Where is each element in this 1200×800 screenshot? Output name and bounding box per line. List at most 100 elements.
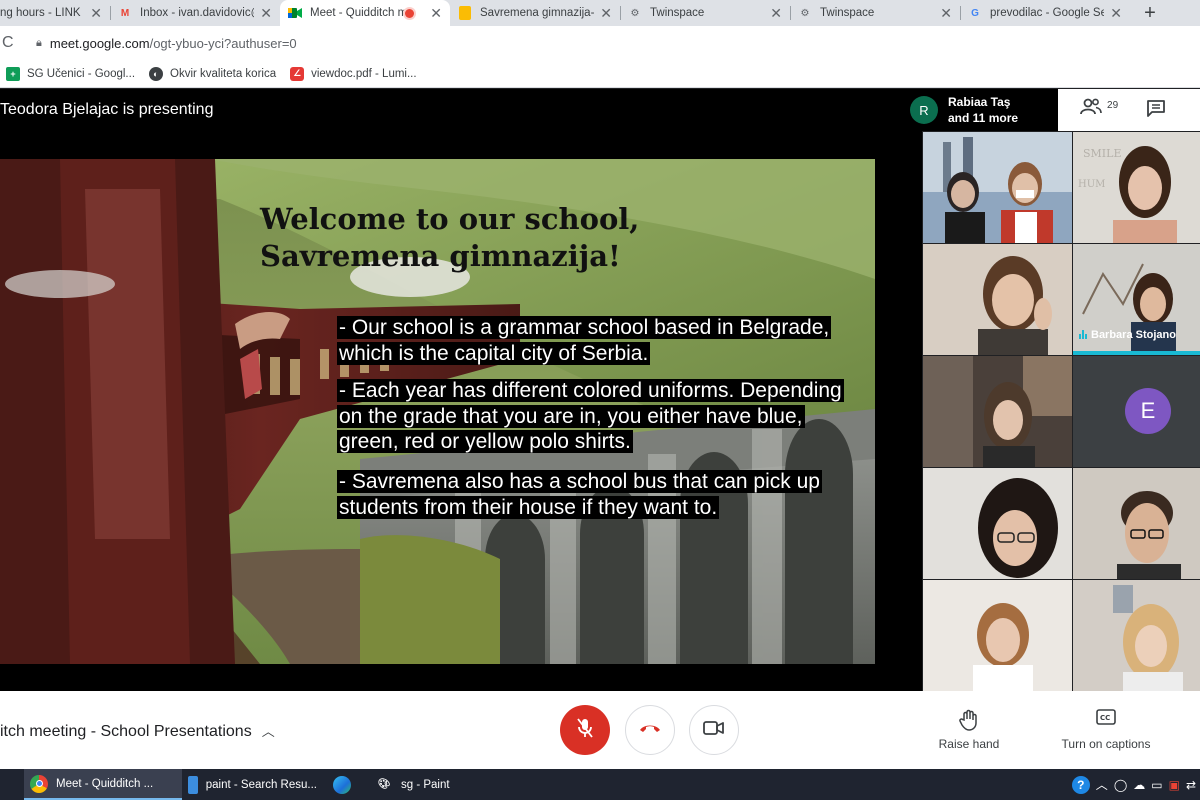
meet-control-bar: itch meeting - School Presentations ︿ Rai… — [0, 691, 1200, 769]
shared-slide: Welcome to our school, Savremena gimnazi… — [0, 159, 875, 664]
notification-icon[interactable]: ▣ — [1169, 778, 1180, 792]
close-icon[interactable]: ✕ — [770, 5, 782, 22]
presenting-banner: Teodora Bjelajac is presenting — [0, 89, 922, 131]
participant-tile[interactable] — [923, 468, 1072, 579]
lock-icon[interactable]: 🔒︎ — [36, 37, 42, 50]
reload-icon[interactable]: C — [0, 34, 28, 52]
participant-tile-speaking[interactable]: Barbara Stojano — [1073, 244, 1200, 355]
twinspace-icon: ⚙ — [800, 7, 810, 19]
chat-button[interactable] — [1146, 99, 1166, 122]
slide-bullet-2: - Each year has different colored unifor… — [337, 378, 857, 455]
url-field[interactable]: 🔒︎ meet.google.com/ogt-ybuo-yci?authuser… — [28, 36, 297, 51]
taskbar-label: sg - Paint — [401, 778, 450, 791]
slide-bullet-3: - Savremena also has a school bus that c… — [337, 469, 857, 520]
camera-toggle-button[interactable] — [689, 705, 739, 755]
meet-icon — [288, 6, 302, 20]
help-icon[interactable]: ? — [1071, 775, 1090, 794]
speaking-indicator-icon — [1079, 330, 1087, 339]
taskbar-item-chrome[interactable]: Meet - Quidditch ... — [24, 769, 182, 800]
tab-title: Savremena gimnazija- H — [480, 7, 595, 19]
participant-tile-avatar[interactable]: E — [1073, 356, 1200, 467]
tab-meet[interactable]: Meet - Quidditch m ✕ — [280, 0, 450, 26]
taskbar-item-edge[interactable] — [327, 769, 369, 800]
system-tray: ? ︿ ◯ ☁︎ ▭ ▣ ⇄ — [1071, 769, 1196, 800]
people-icon — [1080, 98, 1107, 119]
tab-slides[interactable]: Savremena gimnazija- H ✕ — [450, 0, 620, 26]
taskbar-item-explorer[interactable]: paint - Search Resu... — [182, 769, 327, 800]
security-icon[interactable]: ◯ — [1114, 778, 1127, 792]
participant-tile[interactable] — [1073, 580, 1200, 691]
tab-inbox[interactable]: M Inbox - ivan.davidovic@ ✕ — [110, 0, 280, 26]
tab-title: prevodilac - Google Sea — [990, 7, 1105, 19]
mic-off-icon — [575, 717, 595, 744]
speaker-more: and 11 more — [948, 111, 1019, 125]
recording-icon — [405, 8, 415, 18]
address-bar[interactable]: C 🔒︎ meet.google.com/ogt-ybuo-yci?authus… — [0, 26, 1200, 60]
raise-hand-button[interactable]: Raise hand — [914, 709, 1024, 751]
language-icon[interactable]: ⇄ — [1186, 778, 1196, 792]
tab-google-search[interactable]: G prevodilac - Google Sea ✕ — [960, 0, 1130, 26]
tab-twinspace-1[interactable]: ⚙ Twinspace ✕ — [620, 0, 790, 26]
camera-icon — [703, 720, 725, 741]
slide-bullet-1: - Our school is a grammar school based i… — [337, 315, 857, 366]
meet-window: Teodora Bjelajac is presenting R Rabiaa … — [0, 89, 1200, 691]
close-icon[interactable]: ✕ — [430, 5, 442, 22]
new-tab-button[interactable]: + — [1130, 0, 1170, 26]
avatar: R — [910, 96, 938, 124]
active-speakers-pill[interactable]: R Rabiaa Taş and 11 more — [904, 89, 1058, 131]
presentation-stage: Welcome to our school, Savremena gimnazi… — [0, 131, 922, 691]
people-button[interactable]: 29 — [1080, 97, 1118, 120]
meeting-details-button[interactable]: itch meeting - School Presentations ︿ — [0, 721, 275, 741]
close-icon[interactable]: ✕ — [260, 5, 272, 22]
participant-tile[interactable]: SMILE HUM — [1073, 132, 1200, 243]
slide-bullet-text: - Savremena also has a school bus that c… — [337, 470, 822, 519]
svg-text:HUM: HUM — [1078, 179, 1105, 190]
microphone-toggle-button[interactable] — [560, 705, 610, 755]
tab-title: Twinspace — [650, 7, 705, 19]
slide-bullet-text: - Each year has different colored unifor… — [337, 379, 844, 453]
tab-title: Inbox - ivan.davidovic@ — [140, 7, 255, 19]
edge-icon — [333, 775, 351, 794]
bookmark-viewdoc[interactable]: ∠ viewdoc.pdf - Lumi... — [290, 66, 417, 81]
bookmark-sg-ucenici[interactable]: + SG Učenici - Googl... — [6, 66, 135, 81]
participant-tile[interactable] — [923, 356, 1072, 467]
url-path: /ogt-ybuo-yci?authuser=0 — [149, 35, 297, 51]
hand-icon — [914, 709, 1024, 733]
chat-icon — [1146, 100, 1166, 121]
bookmarks-bar: + SG Učenici - Googl... ◐ Okvir kvalitet… — [0, 60, 1200, 88]
captions-button[interactable]: CC Turn on captions — [1051, 709, 1161, 751]
participant-tile[interactable] — [923, 580, 1072, 691]
svg-text:CC: CC — [1100, 714, 1110, 722]
leave-call-button[interactable] — [625, 705, 675, 755]
slide-title: Welcome to our school, Savremena gimnazi… — [260, 202, 640, 273]
bookmark-okvir[interactable]: ◐ Okvir kvaliteta korica — [149, 66, 277, 81]
close-icon[interactable]: ✕ — [90, 5, 102, 22]
captions-label: Turn on captions — [1061, 737, 1151, 751]
google-icon: G — [971, 7, 979, 19]
meet-header-right: R Rabiaa Taş and 11 more 29 — [904, 89, 1200, 131]
participant-tile[interactable] — [1073, 468, 1200, 579]
url-host: meet.google.com — [49, 35, 150, 51]
slide-bullet-text: - Our school is a grammar school based i… — [337, 316, 832, 365]
close-icon[interactable]: ✕ — [600, 5, 612, 22]
taskbar-label: paint - Search Resu... — [205, 778, 317, 791]
participant-tile[interactable] — [923, 132, 1072, 243]
onedrive-icon[interactable]: ☁︎ — [1133, 778, 1145, 792]
sheets-icon: + — [6, 66, 20, 81]
bookmark-label: Okvir kvaliteta korica — [170, 67, 277, 80]
tab-twinspace-2[interactable]: ⚙ Twinspace ✕ — [790, 0, 960, 26]
network-icon[interactable]: ▭ — [1151, 778, 1162, 792]
meeting-title: itch meeting - School Presentations — [0, 723, 252, 740]
close-icon[interactable]: ✕ — [940, 5, 952, 22]
taskbar-item-paint[interactable]: 🎨︎ sg - Paint — [369, 769, 479, 800]
tab-working-hours[interactable]: ng hours - LINK g ✕ — [0, 0, 110, 26]
chevron-up-icon[interactable]: ︿ — [1096, 776, 1108, 793]
taskbar-label: Meet - Quidditch ... — [56, 777, 154, 790]
tab-title: Twinspace — [820, 7, 875, 19]
close-icon[interactable]: ✕ — [1110, 5, 1122, 22]
os-taskbar: Meet - Quidditch ... paint - Search Resu… — [0, 769, 1200, 800]
pdf-icon: ∠ — [290, 66, 305, 81]
slides-icon — [458, 6, 472, 20]
avatar: E — [1125, 388, 1171, 434]
participant-tile[interactable] — [923, 244, 1072, 355]
